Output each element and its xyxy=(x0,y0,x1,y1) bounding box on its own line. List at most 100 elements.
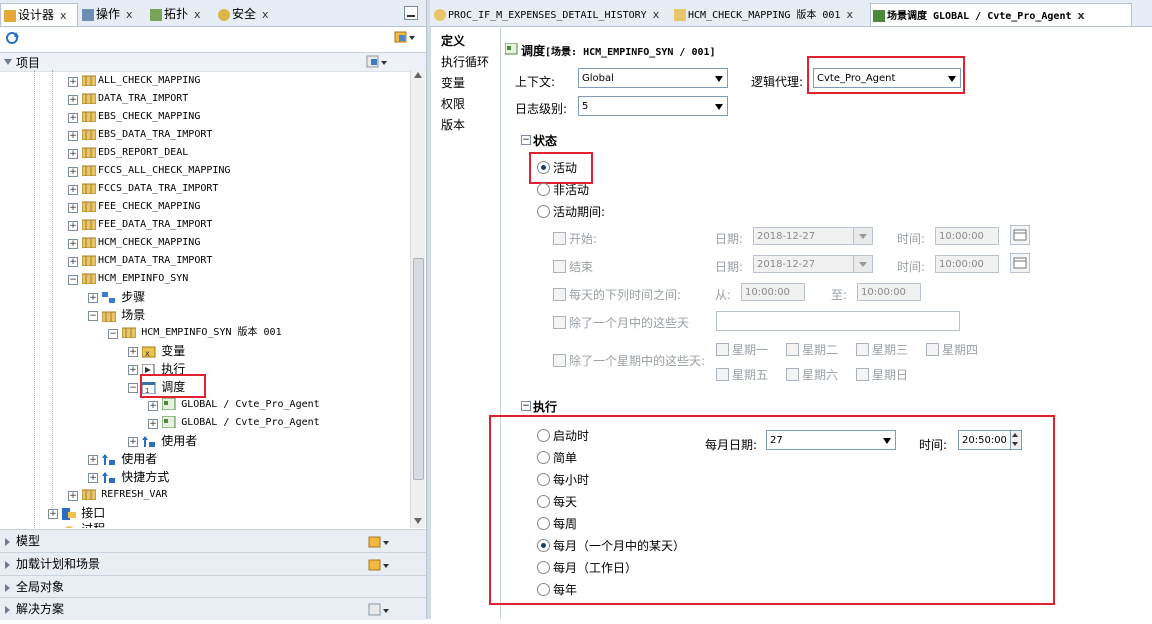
weekday-checkbox[interactable] xyxy=(856,368,869,381)
nav-execution-cycle[interactable]: 执行循环 xyxy=(441,53,489,70)
end-checkbox[interactable] xyxy=(553,260,566,273)
expand-icon[interactable]: + xyxy=(68,221,78,231)
tree-schedule-item[interactable]: + GLOBAL / Cvte_Pro_Agent xyxy=(148,414,320,432)
start-time-field[interactable]: 10:00:00 xyxy=(935,227,999,245)
expand-icon[interactable]: + xyxy=(148,401,158,411)
expand-icon[interactable]: + xyxy=(128,365,138,375)
expand-icon[interactable]: + xyxy=(68,167,78,177)
tree-scenario-version[interactable]: − HCM_EMPINFO_SYN 版本 001 xyxy=(108,324,282,342)
nav-version[interactable]: 版本 xyxy=(441,116,465,133)
context-select[interactable]: Global xyxy=(578,68,728,88)
expand-icon[interactable]: + xyxy=(68,77,78,87)
status-period-radio[interactable] xyxy=(537,205,550,218)
except-month-checkbox[interactable] xyxy=(553,316,566,329)
expand-icon[interactable]: + xyxy=(48,509,58,519)
nav-privileges[interactable]: 权限 xyxy=(441,95,465,112)
expand-icon[interactable]: + xyxy=(68,95,78,105)
weekday-checkbox[interactable] xyxy=(786,368,799,381)
nav-definition[interactable]: 定义 xyxy=(441,32,465,49)
weekday-checkbox[interactable] xyxy=(716,343,729,356)
collapse-icon[interactable]: − xyxy=(108,329,118,339)
tree-item[interactable]: + EBS_DATA_TRA_IMPORT xyxy=(68,126,212,144)
end-date-field[interactable]: 2018-12-27 xyxy=(753,255,873,273)
collapse-icon[interactable]: − xyxy=(88,311,98,321)
expand-icon[interactable]: + xyxy=(68,203,78,213)
tree-item[interactable]: + EDS_REPORT_DEAL xyxy=(68,144,188,162)
project-header[interactable]: 项目 xyxy=(0,52,426,72)
tab-hcm-check-mapping[interactable]: HCM_CHECK_MAPPING 版本 001 x xyxy=(672,3,868,25)
except-month-input[interactable] xyxy=(716,311,960,331)
refresh-icon[interactable] xyxy=(4,31,20,45)
expand-icon[interactable]: + xyxy=(88,473,98,483)
tree-item[interactable]: + HCM_CHECK_MAPPING xyxy=(68,234,200,252)
collapse-icon[interactable]: − xyxy=(68,275,78,285)
tab-security[interactable]: 安全 x xyxy=(216,3,280,25)
tree-item[interactable]: + FCCS_DATA_TRA_IMPORT xyxy=(68,180,218,198)
tree-item[interactable]: + FCCS_ALL_CHECK_MAPPING xyxy=(68,162,230,180)
tree-item[interactable]: + FEE_DATA_TRA_IMPORT xyxy=(68,216,212,234)
tree-item[interactable]: + EBS_CHECK_MAPPING xyxy=(68,108,200,126)
tree-item[interactable]: + HCM_DATA_TRA_IMPORT xyxy=(68,252,212,270)
weekday-checkbox[interactable] xyxy=(926,343,939,356)
expand-icon[interactable]: + xyxy=(128,347,138,357)
tree-users[interactable]: + 使用者 xyxy=(88,450,157,468)
collapse-icon[interactable]: − xyxy=(521,401,531,411)
new-menu-icon[interactable] xyxy=(394,30,416,44)
expand-icon[interactable]: + xyxy=(148,419,158,429)
tree-scenarios[interactable]: − 场景 xyxy=(88,306,145,324)
calendar-icon[interactable] xyxy=(1010,253,1030,273)
section-menu-icon[interactable] xyxy=(368,557,390,571)
close-icon[interactable]: x xyxy=(194,8,201,21)
scroll-thumb[interactable] xyxy=(413,258,424,480)
close-icon[interactable]: x xyxy=(262,8,269,21)
splitter[interactable] xyxy=(426,0,431,619)
date-dropdown-icon[interactable] xyxy=(853,256,872,272)
tree-item[interactable]: − HCM_EMPINFO_SYN xyxy=(68,270,188,288)
from-time-field[interactable]: 10:00:00 xyxy=(741,283,805,301)
weekday-checkbox[interactable] xyxy=(856,343,869,356)
expand-icon[interactable]: + xyxy=(88,455,98,465)
expand-icon[interactable]: + xyxy=(68,149,78,159)
log-level-select[interactable]: 5 xyxy=(578,96,728,116)
close-icon[interactable]: x xyxy=(1078,9,1085,22)
start-date-field[interactable]: 2018-12-27 xyxy=(753,227,873,245)
collapse-icon[interactable]: − xyxy=(128,383,138,393)
project-menu-icon[interactable] xyxy=(366,55,388,69)
status-inactive-radio[interactable] xyxy=(537,183,550,196)
expand-icon[interactable]: + xyxy=(68,491,78,501)
tree-steps[interactable]: + 步骤 xyxy=(88,288,145,306)
tab-proc-expenses[interactable]: PROC_IF_M_EXPENSES_DETAIL_HISTORY x xyxy=(432,3,668,25)
section-menu-icon[interactable] xyxy=(368,602,390,616)
tab-designer[interactable]: 设计器 x xyxy=(0,3,78,26)
expand-icon[interactable]: + xyxy=(128,437,138,447)
tree-item[interactable]: + FEE_CHECK_MAPPING xyxy=(68,198,200,216)
collapse-icon[interactable]: − xyxy=(521,135,531,145)
close-icon[interactable]: x xyxy=(126,8,133,21)
tab-operations[interactable]: 操作 x xyxy=(80,3,146,25)
expand-icon[interactable]: + xyxy=(68,131,78,141)
expand-icon[interactable]: + xyxy=(68,239,78,249)
calendar-icon[interactable] xyxy=(1010,225,1030,245)
to-time-field[interactable]: 10:00:00 xyxy=(857,283,921,301)
tree-item[interactable]: + ALL_CHECK_MAPPING xyxy=(68,72,200,90)
close-icon[interactable]: x xyxy=(846,8,853,21)
tree-scrollbar[interactable] xyxy=(410,70,425,528)
tree-variables[interactable]: + x 变量 xyxy=(128,342,185,360)
tree-process[interactable]: 过程 xyxy=(48,520,105,528)
weekday-checkbox[interactable] xyxy=(786,343,799,356)
tab-topology[interactable]: 拓扑 x xyxy=(148,3,212,25)
start-checkbox[interactable] xyxy=(553,232,566,245)
tab-schedule[interactable]: 场景调度 GLOBAL / Cvte_Pro_Agent x xyxy=(870,3,1132,26)
minimize-button[interactable] xyxy=(404,6,418,20)
expand-icon[interactable]: + xyxy=(88,293,98,303)
tree-shortcuts[interactable]: + 快捷方式 xyxy=(88,468,169,486)
expand-icon[interactable]: + xyxy=(68,113,78,123)
end-time-field[interactable]: 10:00:00 xyxy=(935,255,999,273)
daily-between-checkbox[interactable] xyxy=(553,288,566,301)
close-icon[interactable]: x xyxy=(653,8,660,21)
section-models[interactable]: 模型 xyxy=(0,529,426,552)
date-dropdown-icon[interactable] xyxy=(853,228,872,244)
weekday-checkbox[interactable] xyxy=(716,368,729,381)
section-menu-icon[interactable] xyxy=(368,534,390,548)
tree-item[interactable]: + DATA_TRA_IMPORT xyxy=(68,90,188,108)
